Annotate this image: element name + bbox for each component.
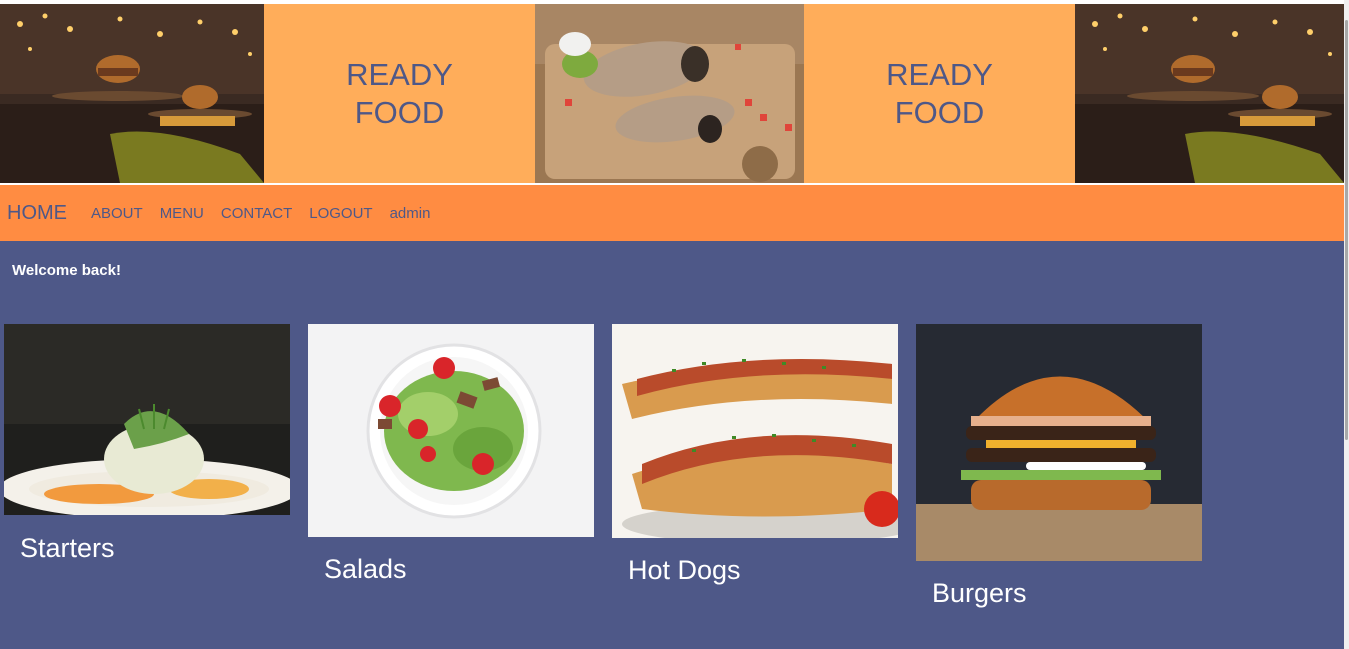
category-card-burgers[interactable]: Burgers: [916, 324, 1202, 609]
category-card-starters[interactable]: Starters: [4, 324, 290, 564]
salads-image[interactable]: [308, 324, 594, 537]
burgers-image[interactable]: [916, 324, 1202, 561]
nav-home-link[interactable]: HOME: [7, 202, 67, 225]
category-title[interactable]: Hot Dogs: [628, 555, 898, 586]
category-title[interactable]: Burgers: [932, 578, 1202, 609]
main-nav: HOME ABOUT MENU CONTACT LOGOUT admin: [0, 185, 1344, 241]
nav-menu-link[interactable]: MENU: [160, 205, 204, 222]
restaurant-photo: [1075, 4, 1344, 183]
restaurant-photo: [0, 4, 264, 183]
header-banner: READY FOOD READY FOOD: [0, 4, 1344, 183]
nav-user-link[interactable]: admin: [390, 205, 431, 222]
category-card-salads[interactable]: Salads: [308, 324, 594, 585]
burrito-photo: [535, 4, 804, 183]
brand-logo-text: READY FOOD: [886, 56, 993, 130]
brand-block: READY FOOD: [804, 4, 1075, 183]
category-card-hotdogs[interactable]: Hot Dogs: [612, 324, 898, 586]
category-title[interactable]: Starters: [20, 533, 290, 564]
nav-about-link[interactable]: ABOUT: [91, 205, 143, 222]
brand-block: READY FOOD: [264, 4, 535, 183]
nav-contact-link[interactable]: CONTACT: [221, 205, 292, 222]
category-title[interactable]: Salads: [324, 554, 594, 585]
nav-logout-link[interactable]: LOGOUT: [309, 205, 372, 222]
starters-image[interactable]: [4, 324, 290, 515]
hotdogs-image[interactable]: [612, 324, 898, 538]
scrollbar-thumb[interactable]: [1345, 20, 1348, 440]
brand-logo-text: READY FOOD: [346, 56, 453, 130]
welcome-message: Welcome back!: [12, 262, 121, 279]
